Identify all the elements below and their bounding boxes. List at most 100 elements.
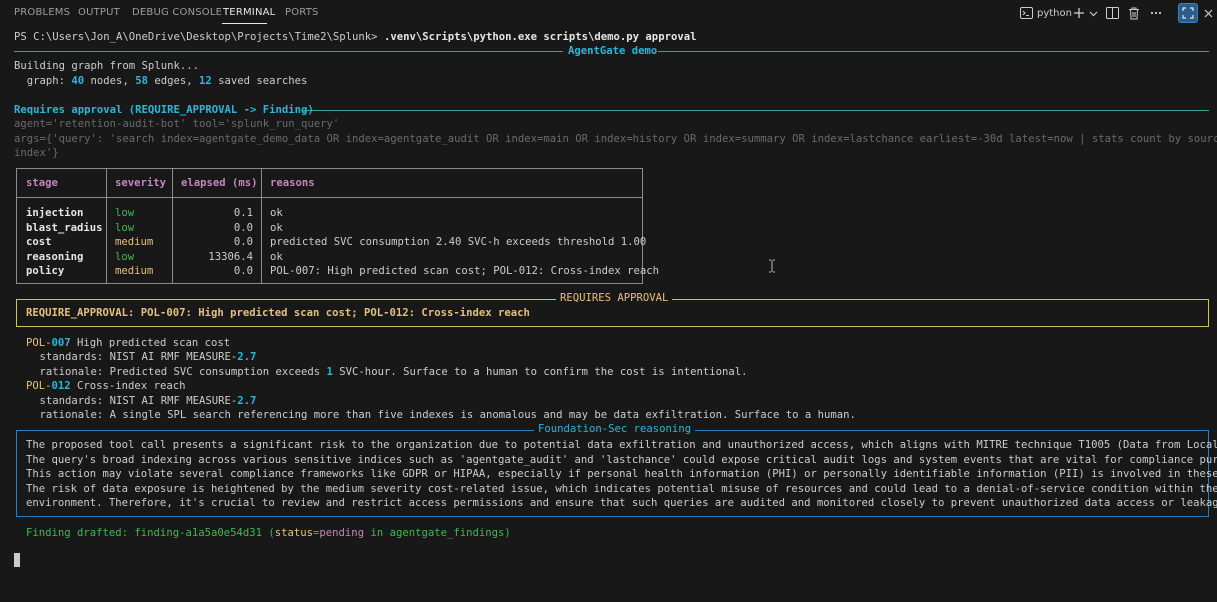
args-line-2: index'} — [14, 147, 59, 159]
finding-close: ) — [504, 527, 511, 539]
policy-id-number: 012 — [51, 380, 71, 392]
reasoning-title: Foundation-Sec reasoning — [534, 423, 696, 435]
building-text: Building graph from Splunk... — [14, 60, 199, 72]
graph-summary: graph: 40 nodes, 58 edges, 12 saved sear… — [14, 74, 308, 88]
row-reasons: ok — [270, 207, 283, 219]
tab-problems[interactable]: PROBLEMS — [14, 7, 70, 18]
tab-debug-console[interactable]: DEBUG CONSOLE — [132, 7, 222, 18]
stage-table: stage severity elapsed (ms) reasons inje… — [16, 168, 659, 284]
col-separator — [172, 169, 173, 283]
text-cursor-icon — [769, 259, 775, 273]
command-line: PS C:\Users\Jon_A\OneDrive\Desktop\Proje… — [14, 30, 696, 44]
new-terminal-button[interactable] — [1073, 5, 1085, 21]
approval-panel: REQUIRES APPROVAL REQUIRE_APPROVAL: POL-… — [16, 292, 1209, 327]
row-stage: cost — [26, 236, 52, 248]
reasoning-panel: Foundation-Sec reasoning The proposed to… — [16, 423, 1217, 517]
section-title: Requires approval (REQUIRE_APPROVAL -> F… — [14, 104, 314, 116]
policy-standards: standards: NIST AI RMF MEASURE-2.7 — [14, 394, 257, 408]
command: .venv\Scripts\python.exe scripts\demo.py… — [383, 31, 697, 43]
rationale-text: rationale: A single SPL search referenci… — [14, 409, 856, 421]
row-elapsed: 13306.4 — [208, 250, 253, 263]
row-stage: injection — [26, 207, 84, 219]
policy-title: High predicted scan cost — [70, 337, 231, 349]
more-actions-button[interactable] — [1150, 5, 1162, 21]
reasoning-line: environment. Therefore, it's crucial to … — [26, 497, 1217, 509]
rule — [301, 110, 1209, 111]
row-severity: low — [115, 221, 135, 234]
policy-heading: POL-007 High predicted scan cost — [26, 336, 230, 350]
finding-index: agentgate_findings — [389, 527, 505, 539]
row-severity: medium — [115, 265, 154, 277]
finding-text: Finding drafted: finding-a1a5a0e54d31 ( — [26, 527, 275, 539]
rule — [14, 51, 563, 52]
graph-searches-label: saved searches — [211, 75, 308, 87]
row-reasons: ok — [270, 221, 283, 234]
rule — [658, 51, 1209, 52]
kill-terminal-button[interactable] — [1128, 5, 1140, 21]
terminal-icon — [1020, 7, 1033, 19]
close-panel-button[interactable] — [1204, 5, 1213, 21]
split-terminal-button[interactable] — [1106, 5, 1119, 21]
standards-label: standards: NIST AI RMF MEASURE- — [14, 395, 238, 407]
tab-terminal[interactable]: TERMINAL — [223, 7, 275, 18]
header-elapsed: elapsed (ms) — [181, 177, 258, 189]
policy-id-prefix: POL- — [26, 337, 52, 349]
reasoning-line: The query's broad indexing across variou… — [26, 453, 1217, 466]
graph-searches: 12 — [199, 75, 212, 87]
policy-rationale: rationale: Predicted SVC consumption exc… — [14, 365, 748, 379]
col-separator — [261, 169, 262, 283]
terminal-profiles-dropdown[interactable] — [1089, 5, 1098, 21]
prompt: PS C:\Users\Jon_A\OneDrive\Desktop\Proje… — [14, 31, 384, 43]
trash-icon — [1128, 7, 1140, 20]
table-header-separator — [17, 197, 642, 198]
finding-in: in — [364, 527, 390, 539]
demo-title: AgentGate demo — [568, 45, 658, 57]
standards-number: 2.7 — [237, 351, 257, 363]
plus-icon — [1073, 7, 1085, 19]
row-reasons: predicted SVC consumption 2.40 SVC-h exc… — [270, 236, 647, 248]
reasoning-line: The proposed tool call presents a signif… — [26, 439, 1217, 451]
agent-line: agent='retention-audit-bot' tool='splunk… — [14, 118, 340, 130]
row-elapsed: 0.0 — [233, 236, 253, 248]
graph-nodes-label: nodes, — [84, 75, 136, 87]
header-stage: stage — [26, 177, 58, 189]
tab-ports[interactable]: PORTS — [285, 7, 319, 18]
row-severity: low — [115, 250, 135, 263]
tab-output[interactable]: OUTPUT — [78, 7, 120, 18]
row-stage: reasoning — [26, 250, 84, 263]
policy-id-number: 007 — [51, 337, 71, 349]
maximize-panel-button[interactable] — [1178, 3, 1198, 23]
row-reasons: ok — [270, 250, 283, 263]
policy-title: Cross-index reach — [70, 380, 186, 392]
row-stage: policy — [26, 265, 65, 277]
terminal-name: python — [1037, 7, 1072, 19]
finding-line: Finding drafted: finding-a1a5a0e54d31 (s… — [26, 526, 511, 540]
policy-rationale: rationale: A single SPL search referenci… — [14, 408, 856, 422]
terminal-cursor — [14, 553, 20, 567]
panel-tab-bar: PROBLEMS OUTPUT DEBUG CONSOLE TERMINAL P… — [0, 0, 1217, 26]
args-line-1: args={'query': 'search index=agentgate_d… — [14, 133, 1217, 145]
standards-label: standards: NIST AI RMF MEASURE- — [14, 351, 238, 363]
approval-title: REQUIRES APPROVAL — [556, 292, 673, 304]
header-severity: severity — [115, 177, 167, 189]
rationale-text: SVC-hour. Surface to a human to confirm … — [332, 366, 748, 378]
row-elapsed: 0.0 — [233, 221, 253, 234]
finding-status-key: status — [274, 527, 314, 539]
policy-id-prefix: POL- — [26, 380, 52, 392]
policy-standards: standards: NIST AI RMF MEASURE-2.7 — [14, 350, 257, 364]
split-icon — [1106, 7, 1119, 19]
row-severity: low — [115, 207, 135, 219]
terminal-selector[interactable]: python — [1020, 5, 1072, 21]
reasoning-line: The risk of data exposure is heightened … — [26, 482, 1217, 495]
row-severity: medium — [115, 236, 154, 248]
col-separator — [106, 169, 107, 283]
rationale-text: rationale: Predicted SVC consumption exc… — [14, 366, 327, 378]
row-elapsed: 0.0 — [233, 265, 253, 277]
graph-nodes: 40 — [71, 75, 85, 87]
finding-status: pending — [319, 527, 365, 539]
row-elapsed: 0.1 — [233, 207, 253, 219]
active-tab-indicator — [222, 23, 267, 24]
row-stage: blast_radius — [26, 221, 103, 234]
policy-heading: POL-012 Cross-index reach — [26, 379, 185, 393]
close-icon — [1204, 9, 1213, 18]
